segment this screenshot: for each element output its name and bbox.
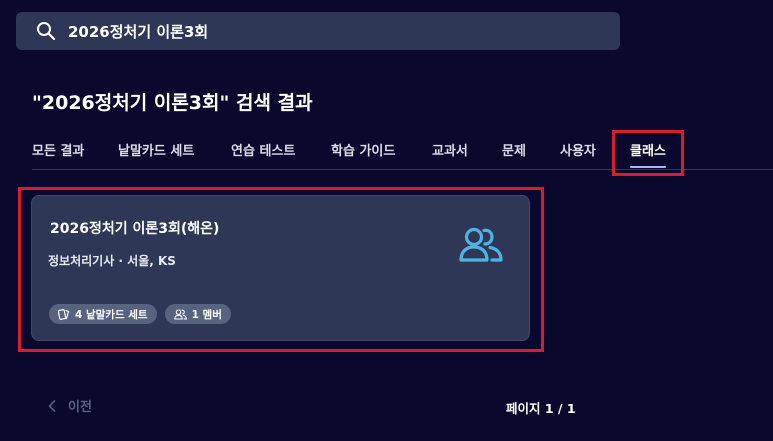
search-input[interactable] xyxy=(68,22,588,40)
search-icon xyxy=(37,22,56,41)
class-meta: 정보처리기사 · 서울, KS xyxy=(48,254,176,268)
flashcard-sets-count: 4 낱말카드 세트 xyxy=(75,308,148,321)
tab-practice-tests[interactable]: 연습 테스트 xyxy=(231,140,295,170)
class-badges: 4 낱말카드 세트 1 멤버 xyxy=(49,304,231,324)
member-icon xyxy=(173,308,187,320)
chevron-left-icon xyxy=(48,399,56,412)
class-card[interactable]: 2026정처기 이론3회(해온) 정보처리기사 · 서울, KS 4 낱말카드 … xyxy=(31,195,530,341)
class-name: 2026정처기 이론3회(해온) xyxy=(50,221,220,237)
page-title: "2026정처기 이론3회" 검색 결과 xyxy=(32,92,313,114)
members-count: 1 멤버 xyxy=(191,308,222,321)
tab-all-results[interactable]: 모든 결과 xyxy=(32,140,84,170)
tab-users[interactable]: 사용자 xyxy=(560,140,596,170)
previous-page-button[interactable]: 이전 xyxy=(48,396,92,415)
tab-flashcard-sets[interactable]: 낱말카드 세트 xyxy=(118,140,194,170)
tab-highlight-box xyxy=(612,130,684,176)
tab-textbooks[interactable]: 교과서 xyxy=(432,140,468,170)
tab-questions[interactable]: 문제 xyxy=(502,140,526,170)
members-badge: 1 멤버 xyxy=(164,304,231,324)
search-bar[interactable] xyxy=(16,12,620,50)
flashcard-sets-badge: 4 낱말카드 세트 xyxy=(49,304,157,324)
flashcards-icon xyxy=(58,309,70,320)
users-icon xyxy=(459,227,503,262)
previous-page-label: 이전 xyxy=(68,400,92,415)
page-indicator: 페이지 1 / 1 xyxy=(506,401,576,416)
tab-study-guides[interactable]: 학습 가이드 xyxy=(331,140,395,170)
